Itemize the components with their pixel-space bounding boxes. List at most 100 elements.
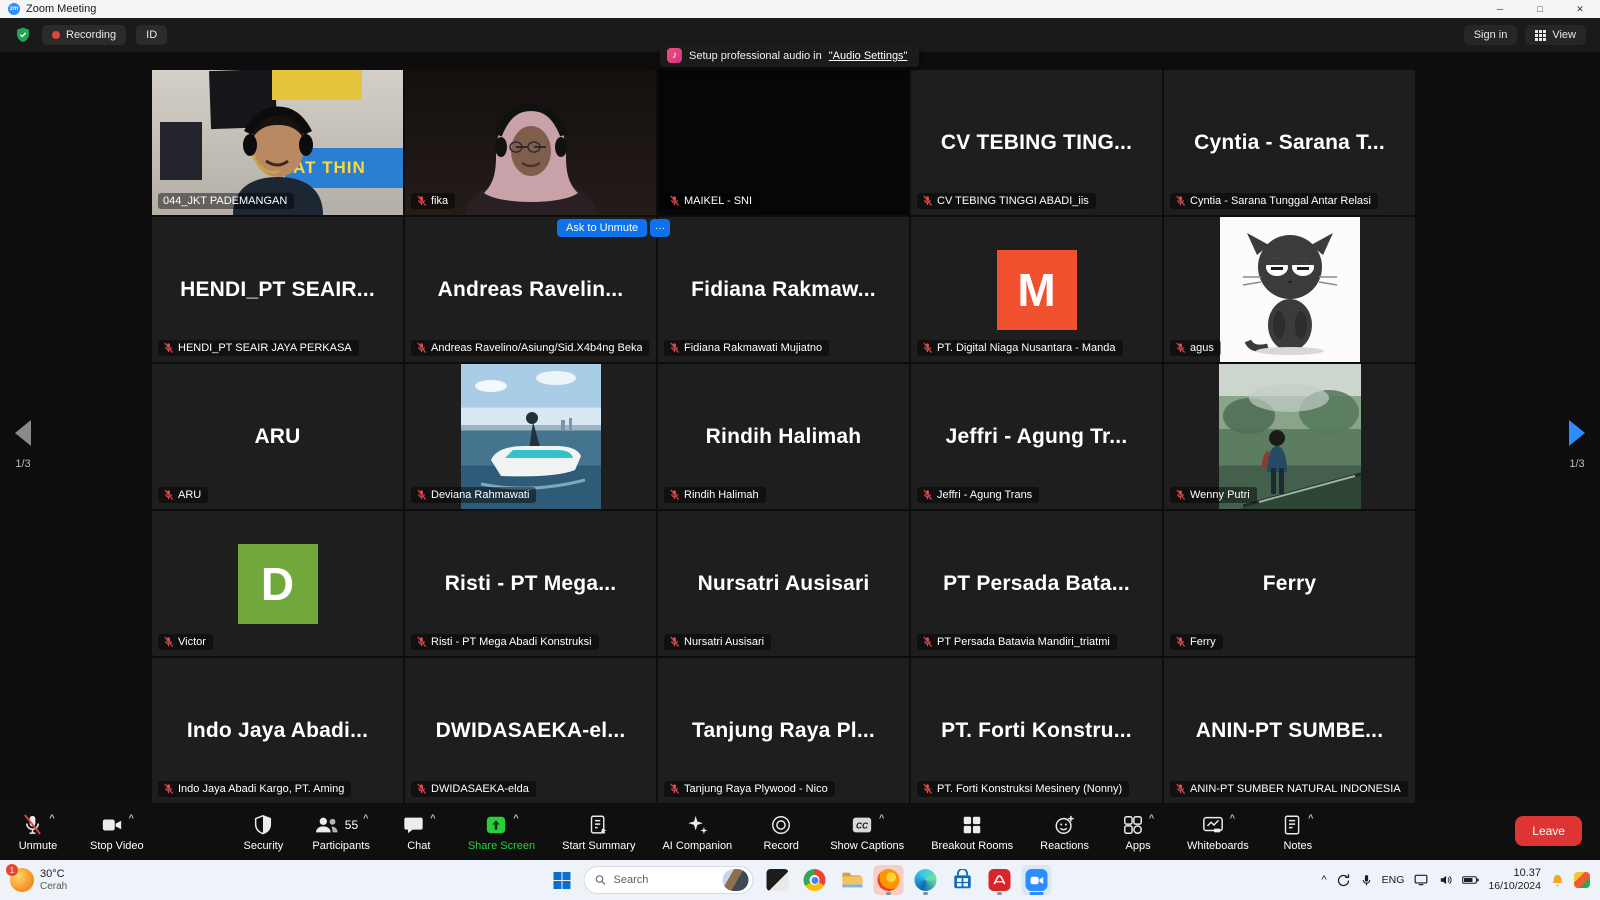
participant-tile[interactable]: AT THIN044_JKT PADEMANGAN [152, 70, 403, 215]
search-icon [595, 874, 607, 886]
firefox-icon[interactable] [874, 865, 904, 895]
file-explorer-icon[interactable] [837, 865, 867, 895]
chevron-up-icon[interactable]: ^ [49, 813, 54, 823]
participant-tile[interactable]: ANIN-PT SUMBE...ANIN-PT SUMBER NATURAL I… [1164, 658, 1415, 803]
toolbar-whiteboards-button[interactable]: ^Whiteboards [1187, 811, 1249, 852]
toolbar-stop-video-button[interactable]: ^ Stop Video [90, 811, 144, 852]
tray-chevron-up-icon[interactable]: ^ [1322, 874, 1327, 886]
recording-indicator[interactable]: Recording [42, 25, 126, 45]
close-icon[interactable]: ✕ [1560, 0, 1600, 18]
participant-tile[interactable]: PT. Forti Konstru...PT. Forti Konstruksi… [911, 658, 1162, 803]
participant-tile[interactable]: DVictor [152, 511, 403, 656]
toolbar-notes-button[interactable]: ^Notes [1276, 811, 1320, 852]
participant-tile[interactable]: Jeffri - Agung Tr...Jeffri - Agung Trans [911, 364, 1162, 509]
toolbar-item-label: Participants [312, 840, 369, 852]
participant-name-label: Jeffri - Agung Trans [937, 489, 1032, 501]
chevron-up-icon[interactable]: ^ [1230, 813, 1235, 823]
photos-app-icon[interactable] [763, 865, 793, 895]
participant-tile[interactable]: ARUARU [152, 364, 403, 509]
participant-tile[interactable]: DWIDASAEKA-el...DWIDASAEKA-elda [405, 658, 656, 803]
chevron-up-icon[interactable]: ^ [430, 813, 435, 823]
chevron-up-icon[interactable]: ^ [129, 813, 134, 823]
maximize-icon[interactable]: □ [1520, 0, 1560, 18]
tray-color-app-icon[interactable] [1574, 872, 1590, 888]
chevron-up-icon[interactable]: ^ [1149, 813, 1154, 823]
edge-icon[interactable] [911, 865, 941, 895]
participant-tile[interactable]: Andreas Ravelin...Andreas Ravelino/Asiun… [405, 217, 656, 362]
gallery-next-page[interactable]: 1/3 [1562, 420, 1592, 470]
tray-speaker-icon[interactable] [1438, 873, 1453, 887]
toolbar-breakout-rooms-button[interactable]: Breakout Rooms [931, 811, 1013, 852]
taskbar-weather-widget[interactable]: 1 30°C Cerah [10, 868, 67, 892]
participant-tile[interactable]: CV TEBING TING...CV TEBING TINGGI ABADI_… [911, 70, 1162, 215]
participant-tile[interactable]: Nursatri AusisariNursatri Ausisari [658, 511, 909, 656]
view-button[interactable]: View [1525, 25, 1586, 45]
participant-tile[interactable]: MPT. Digital Niaga Nusantara - Manda [911, 217, 1162, 362]
participant-tile[interactable]: agus [1164, 217, 1415, 362]
minimize-icon[interactable]: ─ [1480, 0, 1520, 18]
encryption-shield-icon[interactable] [14, 26, 32, 44]
shield-icon [252, 814, 274, 836]
toolbar-participants-button[interactable]: 55^Participants [312, 811, 369, 852]
more-options-icon[interactable]: ··· [650, 219, 670, 237]
tray-display-icon[interactable] [1413, 873, 1429, 887]
toolbar-reactions-button[interactable]: Reactions [1040, 811, 1089, 852]
acrobat-icon[interactable] [985, 865, 1015, 895]
zoom-app-icon[interactable] [1022, 865, 1052, 895]
audio-setup-notification: ♪ Setup professional audio in "Audio Set… [660, 44, 919, 67]
chevron-up-icon[interactable]: ^ [363, 813, 368, 823]
tray-mic-icon[interactable] [1360, 873, 1373, 888]
participant-display-name: ARU [244, 425, 310, 449]
participant-tile[interactable]: PT Persada Bata...PT Persada Batavia Man… [911, 511, 1162, 656]
toolbar-show-captions-button[interactable]: CC^Show Captions [830, 811, 904, 852]
toolbar-share-screen-button[interactable]: ^Share Screen [468, 811, 535, 852]
apps-icon [1122, 814, 1144, 836]
start-button[interactable] [549, 867, 575, 893]
chrome-icon[interactable] [800, 865, 830, 895]
svg-text:CC: CC [856, 821, 869, 830]
participant-tile[interactable]: Tanjung Raya Pl...Tanjung Raya Plywood -… [658, 658, 909, 803]
tray-sync-icon[interactable] [1336, 873, 1351, 888]
participant-tile[interactable]: Fidiana Rakmaw...Fidiana Rakmawati Mujia… [658, 217, 909, 362]
participant-tile[interactable]: Wenny Putri [1164, 364, 1415, 509]
tray-language-label[interactable]: ENG [1382, 874, 1405, 886]
participant-display-name: PT. Forti Konstru... [931, 719, 1142, 743]
muted-mic-icon [416, 783, 427, 795]
ask-to-unmute-button[interactable]: Ask to Unmute [557, 219, 647, 237]
gallery-prev-page[interactable]: 1/3 [8, 420, 38, 470]
toolbar-record-button[interactable]: Record [759, 811, 803, 852]
participant-tile[interactable]: Cyntia - Sarana T...Cyntia - Sarana Tung… [1164, 70, 1415, 215]
toolbar-unmute-button[interactable]: ^Unmute [16, 811, 60, 852]
tray-battery-icon[interactable] [1462, 874, 1479, 886]
participant-tile[interactable]: FerryFerry [1164, 511, 1415, 656]
participant-tile[interactable]: Deviana Rahmawati [405, 364, 656, 509]
toolbar-security-button[interactable]: Security [241, 811, 285, 852]
chevron-up-icon[interactable]: ^ [513, 813, 518, 823]
zoom-logo-icon: zm [8, 3, 20, 15]
toolbar-apps-button[interactable]: ^Apps [1116, 811, 1160, 852]
participant-tile[interactable]: HENDI_PT SEAIR...HENDI_PT SEAIR JAYA PER… [152, 217, 403, 362]
tray-notification-bell-icon[interactable] [1550, 873, 1565, 888]
tray-clock[interactable]: 10.37 16/10/2024 [1488, 867, 1541, 894]
store-icon[interactable] [948, 865, 978, 895]
id-label: ID [146, 29, 157, 41]
chevron-up-icon[interactable]: ^ [1308, 813, 1313, 823]
participant-tile[interactable]: Risti - PT Mega...Risti - PT Mega Abadi … [405, 511, 656, 656]
leave-button[interactable]: Leave [1515, 816, 1582, 846]
reactions-icon [1053, 814, 1076, 836]
audio-settings-link[interactable]: "Audio Settings" [829, 50, 908, 62]
taskbar-search[interactable]: Search [584, 866, 754, 894]
toolbar-ai-companion-button[interactable]: AI Companion [662, 811, 732, 852]
participant-tile[interactable]: Rindih HalimahRindih Halimah [658, 364, 909, 509]
chevron-up-icon[interactable]: ^ [879, 813, 884, 823]
search-daily-image [723, 869, 749, 891]
participant-tile[interactable]: fika [405, 70, 656, 215]
sign-in-button[interactable]: Sign in [1464, 25, 1518, 45]
toolbar-start-summary-button[interactable]: Start Summary [562, 811, 635, 852]
participant-tile[interactable]: MAIKEL - SNI [658, 70, 909, 215]
toolbar-item-label: Stop Video [90, 840, 144, 852]
participant-name-badge: Deviana Rahmawati [411, 487, 536, 503]
meeting-id-button[interactable]: ID [136, 25, 167, 45]
toolbar-chat-button[interactable]: ^Chat [397, 811, 441, 852]
participant-tile[interactable]: Indo Jaya Abadi...Indo Jaya Abadi Kargo,… [152, 658, 403, 803]
